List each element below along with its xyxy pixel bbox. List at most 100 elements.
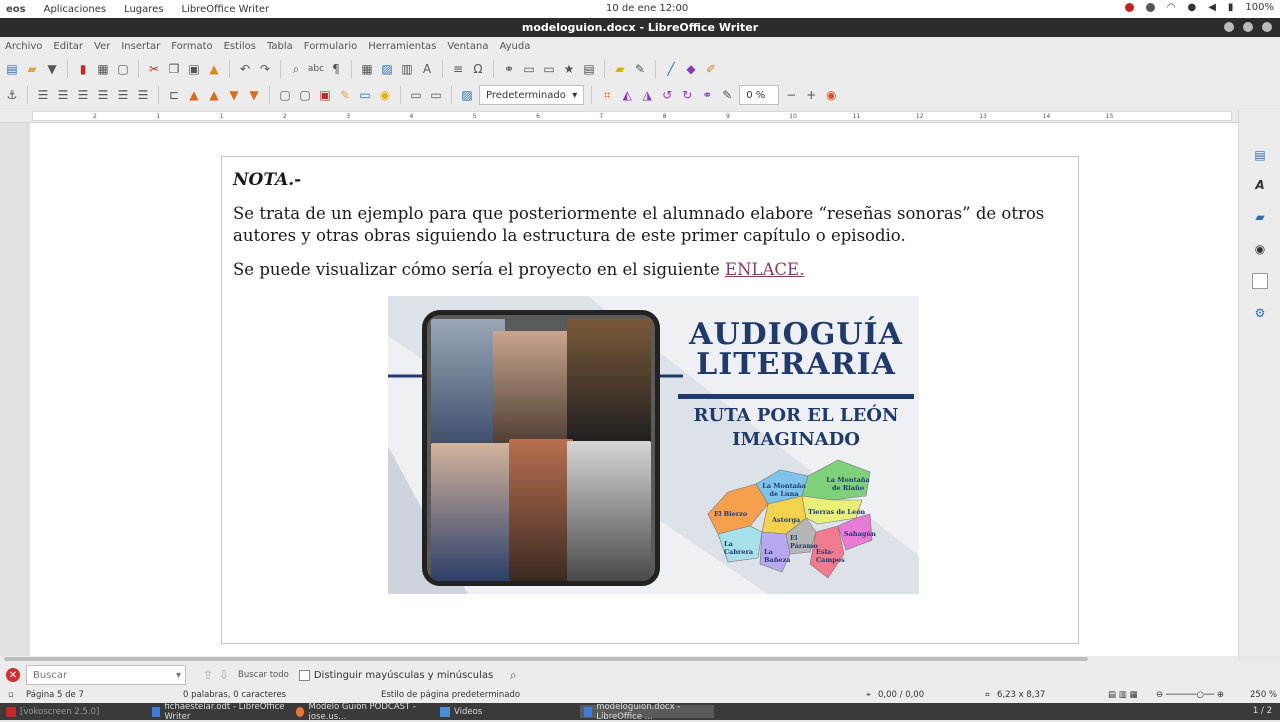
- basic-shapes-icon[interactable]: ◆: [683, 61, 699, 77]
- os-logo[interactable]: eos: [6, 4, 26, 15]
- page-icon[interactable]: [1252, 273, 1268, 289]
- taskbar-item[interactable]: [vokoscreen 2.5.0]: [2, 705, 144, 718]
- undo-icon[interactable]: ↶: [237, 61, 253, 77]
- wrap-off-icon[interactable]: ☰: [35, 87, 51, 103]
- clone-formatting-icon[interactable]: ▲: [206, 61, 222, 77]
- find-next-icon[interactable]: ⇩: [216, 667, 232, 683]
- match-case-checkbox[interactable]: [298, 669, 310, 681]
- background-color-icon[interactable]: ◉: [377, 87, 393, 103]
- gallery-icon[interactable]: ▰: [1252, 209, 1268, 225]
- insert-chart-icon[interactable]: ▥: [399, 61, 415, 77]
- wifi-icon[interactable]: ◠: [1167, 2, 1176, 13]
- anchor-icon[interactable]: ⚓: [4, 87, 20, 103]
- menu-herramientas[interactable]: Herramientas: [368, 41, 436, 52]
- match-case-label[interactable]: Distinguir mayúsculas y minúsculas: [314, 670, 493, 681]
- page-style[interactable]: Estilo de página predeterminado: [381, 690, 520, 700]
- color-palette-icon[interactable]: ◉: [823, 87, 839, 103]
- formatting-marks-icon[interactable]: ¶: [328, 61, 344, 77]
- word-count[interactable]: 0 palabras, 0 caracteres: [183, 690, 286, 700]
- backward-one-icon[interactable]: ▼: [226, 87, 242, 103]
- crop-icon[interactable]: ⌗: [599, 87, 615, 103]
- link-icon[interactable]: ⚭: [699, 87, 715, 103]
- microphone-icon[interactable]: ●: [1187, 2, 1196, 13]
- page-wrap-icon[interactable]: ☰: [55, 87, 71, 103]
- menu-estilos[interactable]: Estilos: [224, 41, 256, 52]
- to-foreground-icon[interactable]: ▢: [277, 87, 293, 103]
- minimize-button[interactable]: [1224, 22, 1234, 32]
- clock[interactable]: 10 de ene 12:00: [606, 3, 688, 14]
- paragraph-1[interactable]: Se trata de un ejemplo para que posterio…: [233, 203, 1063, 247]
- volume-icon[interactable]: ◀: [1208, 2, 1216, 13]
- menu-insertar[interactable]: Insertar: [121, 41, 160, 52]
- paragraph-2[interactable]: Se puede visualizar cómo sería el proyec…: [233, 259, 1063, 281]
- menu-formulario[interactable]: Formulario: [304, 41, 357, 52]
- menu-tabla[interactable]: Tabla: [267, 41, 293, 52]
- to-background-icon[interactable]: ▢: [297, 87, 313, 103]
- minus-icon[interactable]: −: [783, 87, 799, 103]
- audioguia-image[interactable]: AUDIOGUÍA LITERARIA RUTA POR EL LEÓN IMA…: [388, 296, 919, 594]
- borders-icon[interactable]: ▣: [317, 87, 333, 103]
- endnote-icon[interactable]: ▭: [541, 61, 557, 77]
- hyperlink-icon[interactable]: ⚭: [501, 61, 517, 77]
- forward-one-icon[interactable]: ▲: [206, 87, 222, 103]
- enlace-link[interactable]: ENLACE.: [725, 260, 804, 279]
- paragraph-2-text[interactable]: Se puede visualizar cómo sería el proyec…: [233, 260, 725, 279]
- export-pdf-icon[interactable]: ▮: [75, 61, 91, 77]
- print-preview-icon[interactable]: ▢: [115, 61, 131, 77]
- wrap-right-icon[interactable]: ☰: [115, 87, 131, 103]
- taskbar-item[interactable]: Videos: [436, 705, 578, 718]
- scrollbar-thumb[interactable]: [4, 657, 1088, 661]
- cross-reference-icon[interactable]: ▤: [581, 61, 597, 77]
- special-character-icon[interactable]: Ω: [470, 61, 486, 77]
- insert-textbox-icon[interactable]: A: [419, 61, 435, 77]
- image-mode-icon[interactable]: ▨: [459, 87, 475, 103]
- border-style-icon[interactable]: ✎: [337, 87, 353, 103]
- rotate-right-icon[interactable]: ↻: [679, 87, 695, 103]
- wrap-left-icon[interactable]: ☰: [95, 87, 111, 103]
- insert-field-icon[interactable]: ≡: [450, 61, 466, 77]
- flip-horizontal-icon[interactable]: ◮: [639, 87, 655, 103]
- copy-icon[interactable]: ❐: [166, 61, 182, 77]
- flip-vertical-icon[interactable]: ◭: [619, 87, 635, 103]
- new-document-icon[interactable]: ▤: [4, 61, 20, 77]
- print-icon[interactable]: ▦: [95, 61, 111, 77]
- menu-archivo[interactable]: Archivo: [5, 41, 42, 52]
- note-heading[interactable]: NOTA.-: [233, 169, 1063, 191]
- chevron-down-icon[interactable]: ▾: [176, 670, 181, 681]
- check-icon[interactable]: [1145, 3, 1155, 12]
- filter-icon[interactable]: ✎: [719, 87, 735, 103]
- frame-style-select[interactable]: Predeterminado ▾: [479, 85, 585, 105]
- maximize-button[interactable]: [1243, 22, 1253, 32]
- insert-table-icon[interactable]: ▦: [359, 61, 375, 77]
- page-count[interactable]: Página 5 de 7: [26, 690, 84, 700]
- battery-icon[interactable]: ▮: [1228, 2, 1234, 13]
- properties-icon[interactable]: ▤: [1252, 147, 1268, 163]
- document-text[interactable]: NOTA.- Se trata de un ejemplo para que p…: [233, 169, 1063, 293]
- cut-icon[interactable]: ✂: [146, 61, 162, 77]
- view-layout-icon[interactable]: ▤ ▥ ▦: [1108, 690, 1138, 700]
- menu-ventana[interactable]: Ventana: [447, 41, 488, 52]
- comment-icon[interactable]: ▰: [612, 61, 628, 77]
- line-icon[interactable]: ╱: [663, 61, 679, 77]
- rotate-left-icon[interactable]: ↺: [659, 87, 675, 103]
- selection-mode-icon[interactable]: ▫: [8, 690, 14, 700]
- send-to-back-icon[interactable]: ▼: [246, 87, 262, 103]
- find-replace-icon[interactable]: ⌕: [288, 61, 304, 77]
- bookmark-icon[interactable]: ★: [561, 61, 577, 77]
- insert-image-icon[interactable]: ▨: [379, 61, 395, 77]
- find-previous-icon[interactable]: ⇧: [200, 667, 216, 683]
- document-area[interactable]: NOTA.- Se trata de un ejemplo para que p…: [0, 123, 1238, 656]
- close-find-icon[interactable]: ✕: [6, 668, 20, 682]
- optimal-wrap-icon[interactable]: ☰: [75, 87, 91, 103]
- bring-to-front-icon[interactable]: ▲: [186, 87, 202, 103]
- os-menu-app[interactable]: LibreOffice Writer: [182, 4, 270, 15]
- workspace-pager[interactable]: 1 / 2: [1253, 706, 1272, 716]
- zoom-slider[interactable]: ⊖ ──────○── ⊕: [1156, 690, 1224, 700]
- os-menu-apps[interactable]: Aplicaciones: [44, 4, 106, 15]
- taskbar-item[interactable]: fichaestelar.odt - LibreOffice Writer: [148, 702, 290, 722]
- footnote-icon[interactable]: ▭: [521, 61, 537, 77]
- paste-icon[interactable]: ▣: [186, 61, 202, 77]
- search-input[interactable]: Buscar ▾: [26, 665, 186, 685]
- find-all-button[interactable]: Buscar todo: [238, 670, 289, 680]
- find-replace-icon[interactable]: ⌕: [505, 667, 521, 683]
